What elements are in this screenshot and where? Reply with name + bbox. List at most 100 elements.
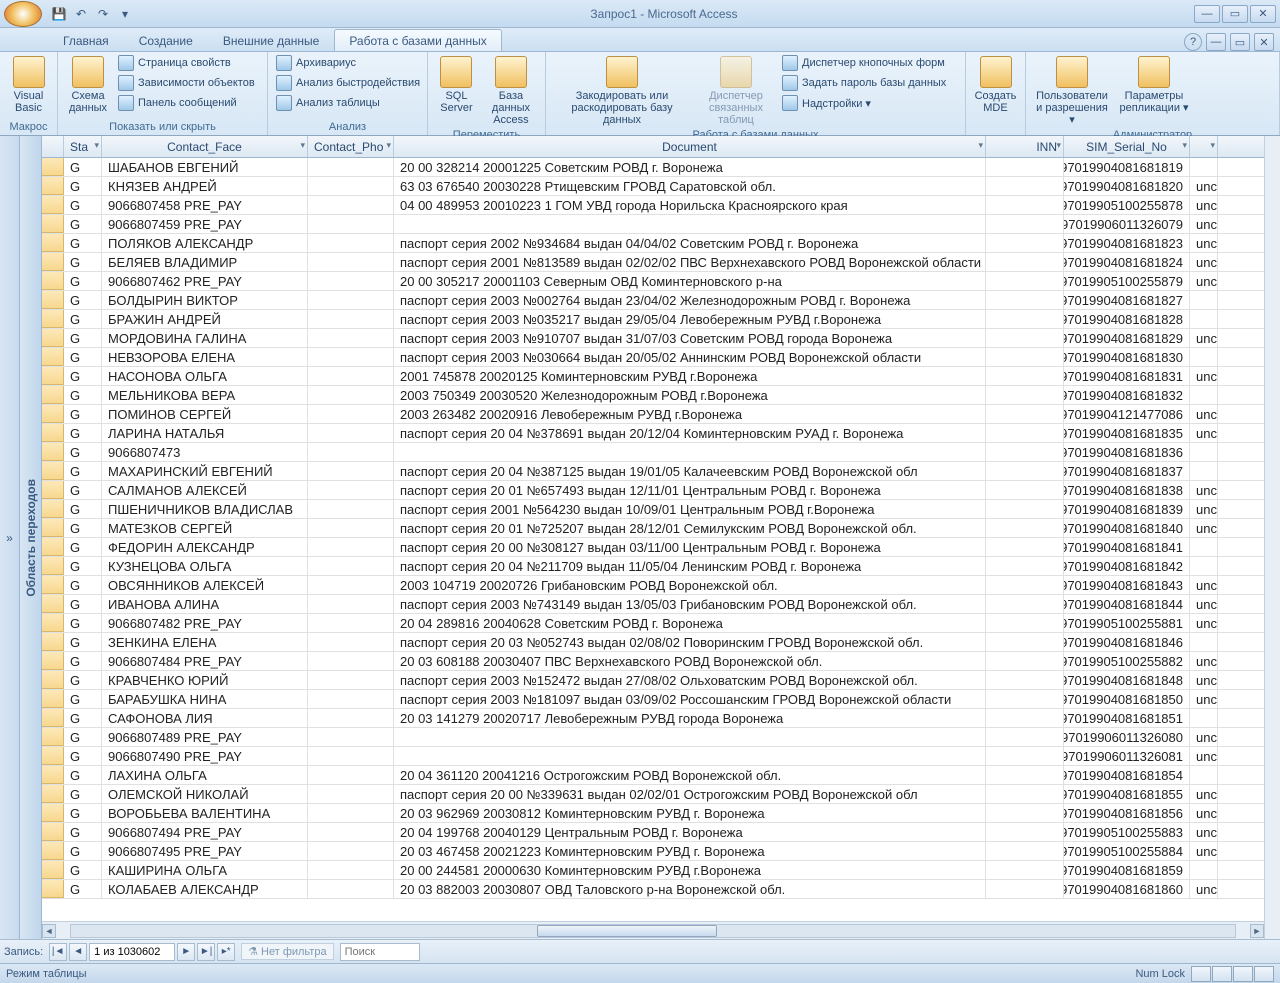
cell-status[interactable]: G (64, 386, 102, 404)
cell-inn[interactable] (986, 709, 1064, 727)
cell-document[interactable]: паспорт серия 2003 №030664 выдан 20/05/0… (394, 348, 986, 366)
cell-document[interactable] (394, 747, 986, 765)
cell-contact-face[interactable]: 9066807473 (102, 443, 308, 461)
row-selector[interactable] (42, 215, 64, 233)
cell-sim[interactable]: 897019904081681839 (1064, 500, 1190, 518)
cell-sim[interactable]: 897019904081681823 (1064, 234, 1190, 252)
cell-document[interactable]: паспорт серия 2002 №934684 выдан 04/04/0… (394, 234, 986, 252)
cell-contact-phone[interactable] (308, 158, 394, 176)
cell-document[interactable]: паспорт серия 2003 №002764 выдан 23/04/0… (394, 291, 986, 309)
row-selector[interactable] (42, 804, 64, 822)
row-selector[interactable] (42, 842, 64, 860)
cell-contact-phone[interactable] (308, 196, 394, 214)
qat-dropdown-icon[interactable]: ▾ (116, 5, 134, 23)
cell-status[interactable]: G (64, 842, 102, 860)
row-selector[interactable] (42, 785, 64, 803)
cell-sim[interactable]: 897019904081681842 (1064, 557, 1190, 575)
cell-contact-phone[interactable] (308, 519, 394, 537)
row-selector[interactable] (42, 652, 64, 670)
cell-document[interactable]: 20 00 305217 20001103 Северным ОВД Комин… (394, 272, 986, 290)
cell-sim[interactable]: 897019904081681820 (1064, 177, 1190, 195)
column-header-inn[interactable]: INN▾ (986, 136, 1064, 157)
set-password-button[interactable]: Задать пароль базы данных (780, 74, 948, 92)
cell-contact-face[interactable]: НЕВЗОРОВА ЕЛЕНА (102, 348, 308, 366)
tab-create[interactable]: Создание (124, 29, 208, 51)
cell-sim[interactable]: 897019904121477086 (1064, 405, 1190, 423)
cell-contact-face[interactable]: 9066807484 PRE_PAY (102, 652, 308, 670)
table-row[interactable]: GСАЛМАНОВ АЛЕКСЕЙпаспорт серия 20 01 №65… (42, 481, 1264, 500)
cell-last[interactable]: unc (1190, 500, 1218, 518)
cell-document[interactable] (394, 215, 986, 233)
cell-inn[interactable] (986, 405, 1064, 423)
cell-document[interactable]: паспорт серия 20 00 №339631 выдан 02/02/… (394, 785, 986, 803)
cell-document[interactable]: 04 00 489953 20010223 1 ГОМ УВД города Н… (394, 196, 986, 214)
last-record-button[interactable]: ►| (197, 943, 215, 961)
scroll-left-icon[interactable]: ◄ (42, 924, 56, 938)
cell-document[interactable] (394, 728, 986, 746)
column-header-last[interactable]: ▾ (1190, 136, 1218, 157)
cell-status[interactable]: G (64, 861, 102, 879)
dropdown-icon[interactable]: ▾ (386, 140, 391, 151)
cell-inn[interactable] (986, 861, 1064, 879)
encode-decode-button[interactable]: Закодировать или раскодировать базу данн… (552, 54, 692, 128)
cell-last[interactable] (1190, 861, 1218, 879)
cell-status[interactable]: G (64, 310, 102, 328)
cell-sim[interactable]: 897019904081681829 (1064, 329, 1190, 347)
cell-document[interactable]: паспорт серия 2001 №564230 выдан 10/09/0… (394, 500, 986, 518)
cell-last[interactable]: unc (1190, 652, 1218, 670)
cell-last[interactable]: unc (1190, 405, 1218, 423)
make-mde-button[interactable]: Создать MDE (972, 54, 1019, 116)
row-selector[interactable] (42, 747, 64, 765)
cell-sim[interactable]: 897019906011326079 (1064, 215, 1190, 233)
cell-contact-face[interactable]: ЗЕНКИНА ЕЛЕНА (102, 633, 308, 651)
row-selector[interactable] (42, 348, 64, 366)
table-row[interactable]: GВОРОБЬЕВА ВАЛЕНТИНА20 03 962969 2003081… (42, 804, 1264, 823)
cell-contact-face[interactable]: ШАБАНОВ ЕВГЕНИЙ (102, 158, 308, 176)
cell-sim[interactable]: 897019904081681850 (1064, 690, 1190, 708)
save-icon[interactable]: 💾 (50, 5, 68, 23)
table-row[interactable]: GПШЕНИЧНИКОВ ВЛАДИСЛАВпаспорт серия 2001… (42, 500, 1264, 519)
row-selector[interactable] (42, 728, 64, 746)
cell-last[interactable] (1190, 462, 1218, 480)
column-header-contact-phone[interactable]: Contact_Pho▾ (308, 136, 394, 157)
cell-contact-phone[interactable] (308, 291, 394, 309)
cell-sim[interactable]: 897019904081681828 (1064, 310, 1190, 328)
cell-status[interactable]: G (64, 177, 102, 195)
cell-last[interactable] (1190, 766, 1218, 784)
cell-status[interactable]: G (64, 823, 102, 841)
cell-document[interactable]: паспорт серия 2003 №743149 выдан 13/05/0… (394, 595, 986, 613)
cell-contact-phone[interactable] (308, 329, 394, 347)
addins-button[interactable]: Надстройки ▾ (780, 94, 948, 112)
cell-last[interactable]: unc (1190, 253, 1218, 271)
row-selector[interactable] (42, 443, 64, 461)
cell-contact-phone[interactable] (308, 538, 394, 556)
row-selector[interactable] (42, 291, 64, 309)
property-sheet-button[interactable]: Страница свойств (116, 54, 257, 72)
row-selector[interactable] (42, 329, 64, 347)
table-row[interactable]: GБАРАБУШКА НИНАпаспорт серия 2003 №18109… (42, 690, 1264, 709)
cell-document[interactable]: 2003 750349 20030520 Железнодорожным РОВ… (394, 386, 986, 404)
cell-contact-phone[interactable] (308, 861, 394, 879)
cell-contact-phone[interactable] (308, 443, 394, 461)
table-row[interactable]: GПОЛЯКОВ АЛЕКСАНДРпаспорт серия 2002 №93… (42, 234, 1264, 253)
column-header-status[interactable]: Sta▾ (64, 136, 102, 157)
cell-last[interactable]: unc (1190, 367, 1218, 385)
cell-sim[interactable]: 897019904081681855 (1064, 785, 1190, 803)
cell-document[interactable]: паспорт серия 2003 №910707 выдан 31/07/0… (394, 329, 986, 347)
table-row[interactable]: GКРАВЧЕНКО ЮРИЙпаспорт серия 2003 №15247… (42, 671, 1264, 690)
row-selector[interactable] (42, 253, 64, 271)
cell-last[interactable]: unc (1190, 215, 1218, 233)
cell-status[interactable]: G (64, 253, 102, 271)
cell-last[interactable]: unc (1190, 234, 1218, 252)
cell-sim[interactable]: 897019904081681831 (1064, 367, 1190, 385)
cell-contact-phone[interactable] (308, 633, 394, 651)
cell-contact-phone[interactable] (308, 709, 394, 727)
mdi-minimize-button[interactable]: — (1206, 33, 1226, 51)
scroll-track[interactable] (70, 924, 1236, 938)
cell-inn[interactable] (986, 443, 1064, 461)
visual-basic-button[interactable]: Visual Basic (6, 54, 51, 116)
row-selector[interactable] (42, 595, 64, 613)
table-row[interactable]: G9066807484 PRE_PAY20 03 608188 20030407… (42, 652, 1264, 671)
analyze-performance-button[interactable]: Анализ быстродействия (274, 74, 422, 92)
column-header-contact-face[interactable]: Contact_Face▾ (102, 136, 308, 157)
